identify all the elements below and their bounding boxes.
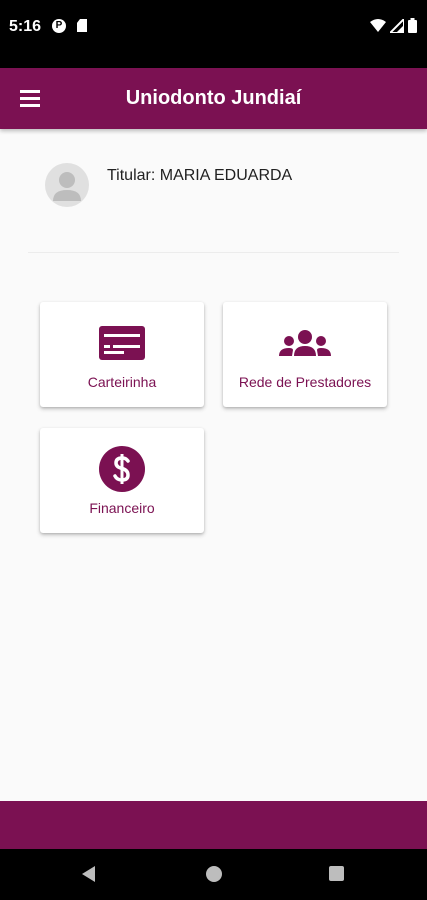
group-icon: [279, 330, 331, 356]
home-icon[interactable]: [206, 866, 222, 882]
id-card-icon: [99, 326, 145, 360]
titular-label: Titular: MARIA EDUARDA: [107, 167, 293, 184]
p-badge-icon: P: [52, 19, 66, 33]
app-title: Uniodonto Jundiaí: [125, 87, 302, 109]
carteirinha-card[interactable]: Carteirinha: [40, 302, 204, 407]
battery-icon: [408, 18, 417, 33]
card-label: Rede de Prestadores: [238, 374, 372, 390]
status-bar: 5:16 P: [0, 0, 427, 68]
wifi-icon: [370, 18, 386, 32]
card-label: Financeiro: [89, 500, 155, 516]
system-nav-bar: [0, 849, 427, 900]
status-icons: [370, 18, 417, 33]
back-icon[interactable]: [82, 866, 95, 882]
bottom-bar: [0, 801, 427, 849]
signal-icon: [390, 18, 404, 33]
dollar-circle-icon: [99, 446, 145, 492]
app-bar: Uniodonto Jundiaí: [0, 68, 427, 129]
divider: [28, 252, 399, 253]
status-time: 5:16: [9, 18, 42, 35]
card-label: Carteirinha: [87, 374, 157, 390]
person-icon: [53, 172, 81, 201]
rede-de-prestadores-card[interactable]: Rede de Prestadores: [223, 302, 387, 407]
recents-icon[interactable]: [329, 866, 344, 881]
avatar: [45, 163, 89, 207]
sd-card-icon: [77, 19, 87, 32]
financeiro-card[interactable]: Financeiro: [40, 428, 204, 533]
